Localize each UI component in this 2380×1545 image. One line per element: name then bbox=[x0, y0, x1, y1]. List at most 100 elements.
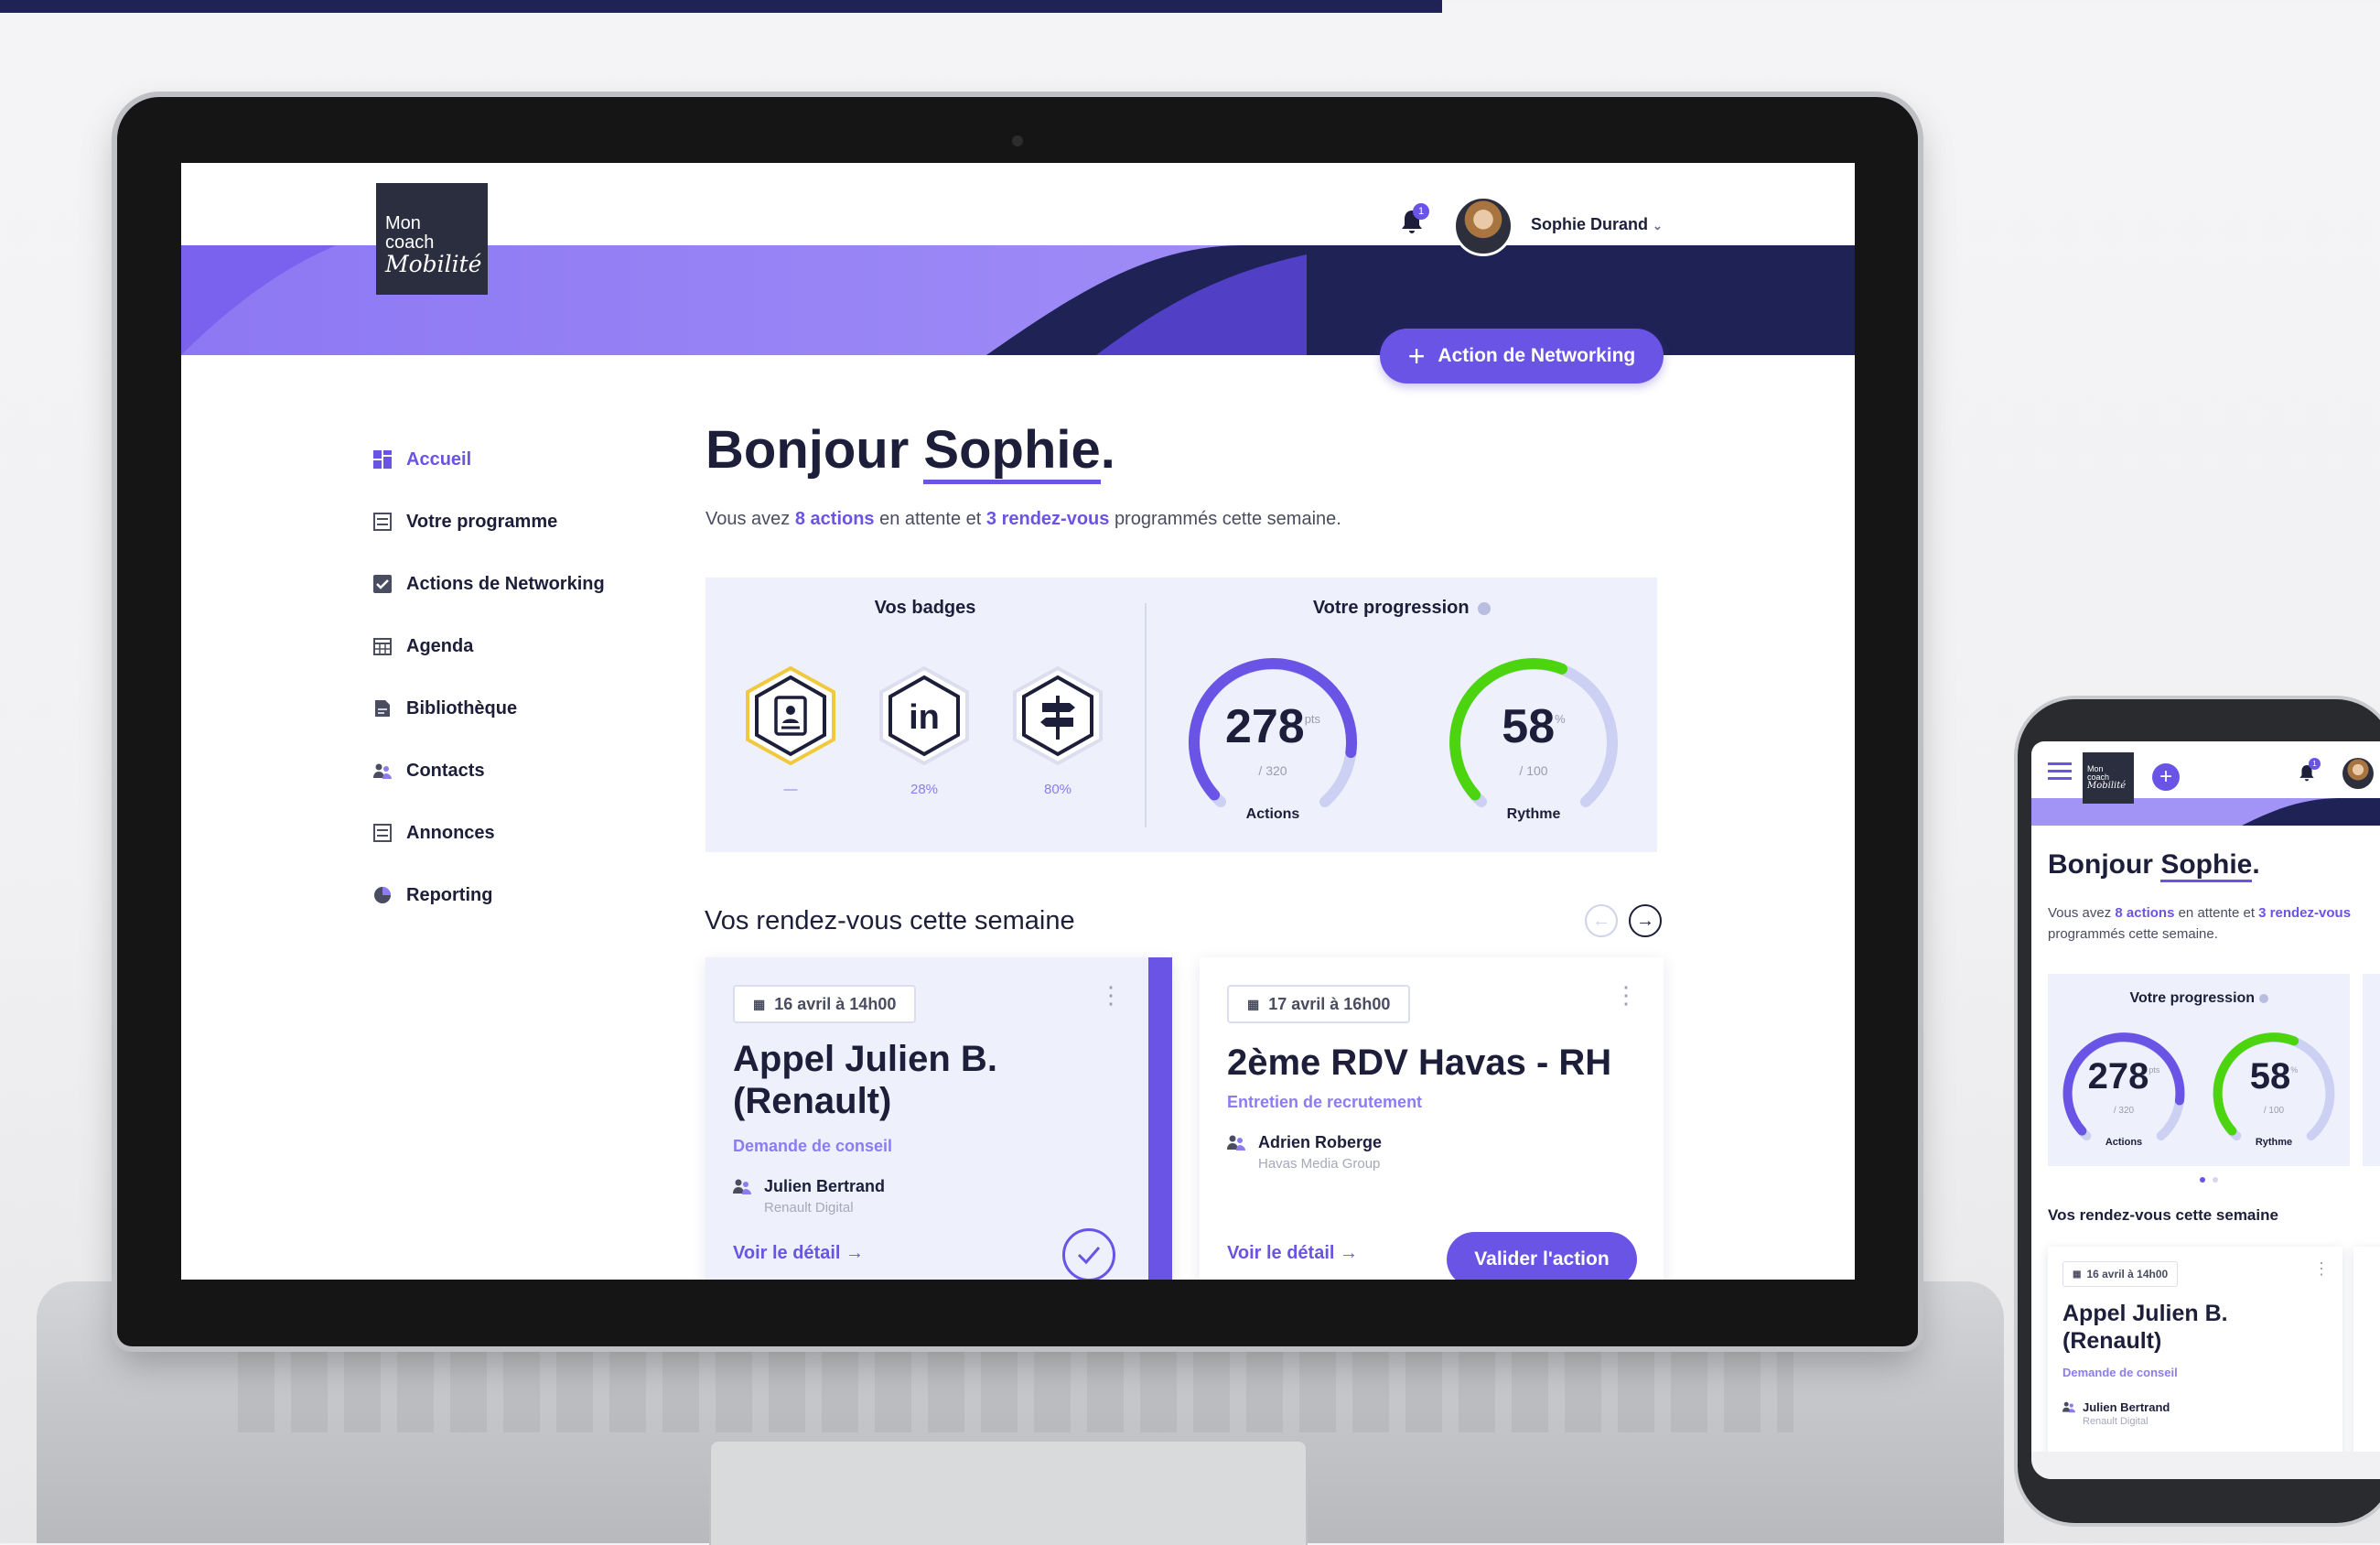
sidebar-item-networking[interactable]: Actions de Networking bbox=[373, 553, 605, 615]
validate-action-button[interactable]: Valider l'action bbox=[1447, 1232, 1637, 1280]
sidebar-item-label: Actions de Networking bbox=[406, 573, 605, 594]
hamburger-menu-icon[interactable] bbox=[2048, 762, 2072, 782]
mobile-meeting-card[interactable]: ▦ 16 avril à 14h00 ⋮ Appel Julien B. (Re… bbox=[2048, 1247, 2342, 1479]
sidebar-item-annonces[interactable]: Annonces bbox=[373, 802, 605, 864]
gauge-unit: pts bbox=[1304, 712, 1321, 726]
add-networking-action-button[interactable]: + Action de Networking bbox=[1380, 329, 1664, 384]
linkedin-icon[interactable]: in bbox=[876, 664, 973, 767]
document-icon bbox=[373, 699, 392, 718]
chevron-down-icon: ⌄ bbox=[1653, 219, 1663, 232]
plus-icon[interactable]: + bbox=[2152, 763, 2180, 791]
sidebar-nav: Accueil Votre programme Actions de Netwo… bbox=[373, 428, 605, 926]
summary-prefix: Vous avez bbox=[705, 509, 791, 529]
summary-middle: en attente et bbox=[879, 509, 982, 529]
notification-bell-icon[interactable]: 1 bbox=[1400, 203, 1429, 236]
laptop-trackpad bbox=[709, 1440, 1308, 1545]
more-options-icon[interactable]: ⋮ bbox=[1099, 983, 1123, 1007]
sidebar-item-bibliotheque[interactable]: Bibliothèque bbox=[373, 677, 605, 740]
meeting-subtitle: Demande de conseil bbox=[2062, 1366, 2178, 1379]
page-title: Bonjour Sophie. bbox=[705, 419, 1115, 484]
contacts-icon bbox=[373, 762, 392, 780]
greeting-prefix: Bonjour bbox=[2048, 849, 2153, 880]
gauge-max: / 320 bbox=[1258, 763, 1287, 778]
carousel-pagination[interactable] bbox=[2200, 1177, 2218, 1183]
gauge-value: 278pts bbox=[2055, 1056, 2192, 1097]
progression-title-text: Votre progression bbox=[1312, 598, 1470, 618]
mobile-browser-toolbar bbox=[2031, 1452, 2380, 1479]
sidebar-item-contacts[interactable]: Contacts bbox=[373, 740, 605, 802]
contacts-icon bbox=[2062, 1400, 2075, 1427]
sidebar-item-label: Bibliothèque bbox=[406, 697, 518, 718]
signpost-icon[interactable] bbox=[1009, 664, 1106, 767]
mobile-meeting-card-peek bbox=[2353, 1247, 2380, 1479]
user-menu[interactable]: Sophie Durand ⌄ bbox=[1531, 215, 1663, 234]
mobile-app-logo[interactable]: Mon coach Mobilité bbox=[2083, 752, 2134, 804]
greeting-prefix: Bonjour bbox=[705, 420, 910, 480]
plus-icon: + bbox=[1407, 340, 1426, 373]
gauge-value: 58% bbox=[2205, 1056, 2342, 1097]
add-networking-action-label: Action de Networking bbox=[1438, 345, 1636, 366]
sidebar-item-reporting[interactable]: Reporting bbox=[373, 864, 605, 926]
laptop-camera bbox=[1012, 135, 1023, 146]
prev-arrow-icon[interactable]: ← bbox=[1585, 904, 1618, 937]
gauge-label: Actions bbox=[1245, 806, 1300, 822]
sidebar-item-label: Annonces bbox=[406, 822, 495, 843]
top-accent-bar bbox=[0, 0, 1442, 13]
view-details-link[interactable]: Voir le détail → bbox=[733, 1243, 864, 1264]
meeting-card[interactable]: ▦ 17 avril à 16h00 ⋮ 2ème RDV Havas - RH… bbox=[1200, 957, 1664, 1280]
meeting-contact: Julien Bertrand Renault Digital bbox=[2062, 1400, 2170, 1427]
sidebar-item-programme[interactable]: Votre programme bbox=[373, 491, 605, 553]
meetings-link[interactable]: 3 rendez-vous bbox=[2258, 905, 2351, 921]
sidebar-item-agenda[interactable]: Agenda bbox=[373, 615, 605, 677]
list-icon bbox=[373, 513, 392, 531]
date-chip: ▦ 16 avril à 14h00 bbox=[2062, 1261, 2179, 1287]
meeting-date: 16 avril à 14h00 bbox=[2086, 1268, 2169, 1280]
mobile-meetings-section-title: Vos rendez-vous cette semaine bbox=[2048, 1206, 2278, 1224]
meetings-link[interactable]: 3 rendez-vous bbox=[986, 509, 1109, 529]
view-details-link[interactable]: Voir le détail → bbox=[1227, 1243, 1358, 1264]
meeting-title: 2ème RDV Havas - RH bbox=[1227, 1043, 1612, 1083]
gauge-max: / 100 bbox=[2263, 1106, 2285, 1116]
progression-title: Votre progression bbox=[2048, 990, 2350, 1007]
phone-screen: Mon coach Mobilité + 1 Bonjour Sophie. V… bbox=[2031, 741, 2380, 1479]
progression-title-text: Votre progression bbox=[2129, 990, 2256, 1006]
pie-chart-icon bbox=[373, 886, 392, 904]
sidebar-item-label: Agenda bbox=[406, 635, 474, 656]
calendar-icon bbox=[373, 637, 392, 655]
gauge-unit: % bbox=[2290, 1065, 2299, 1075]
next-arrow-icon[interactable]: → bbox=[1629, 904, 1662, 937]
notification-bell-icon[interactable]: 1 bbox=[2299, 758, 2321, 783]
pending-actions-link[interactable]: 8 actions bbox=[795, 509, 875, 529]
greeting-suffix: . bbox=[1100, 420, 1115, 480]
info-icon[interactable] bbox=[2258, 993, 2268, 1003]
meeting-title: Appel Julien B. (Renault) bbox=[733, 1038, 997, 1122]
greeting-name: Sophie bbox=[2160, 849, 2253, 882]
meeting-title-line2: (Renault) bbox=[2062, 1328, 2162, 1354]
progression-title: Votre progression bbox=[1147, 598, 1657, 619]
check-icon[interactable] bbox=[1062, 1228, 1115, 1280]
more-options-icon[interactable]: ⋮ bbox=[1614, 983, 1638, 1007]
meeting-card[interactable]: ▦ 16 avril à 14h00 ⋮ Appel Julien B. (Re… bbox=[705, 957, 1172, 1280]
gauge-label: Rythme bbox=[1506, 806, 1561, 822]
contact-name: Julien Bertrand bbox=[2083, 1400, 2170, 1414]
page-dot-active[interactable] bbox=[2200, 1177, 2205, 1183]
sidebar-item-accueil[interactable]: Accueil bbox=[373, 428, 605, 491]
badge-progress-label: — bbox=[783, 782, 798, 797]
more-options-icon[interactable]: ⋮ bbox=[2313, 1259, 2330, 1279]
page-dot[interactable] bbox=[2213, 1177, 2218, 1183]
svg-text:in: in bbox=[909, 698, 940, 737]
app-logo[interactable]: Mon coach Mobilité bbox=[376, 183, 488, 295]
greeting-suffix: . bbox=[2252, 849, 2260, 880]
gauge-number: 58 bbox=[1502, 700, 1556, 753]
actions-gauge: 278pts / 320 Actions bbox=[2055, 1021, 2192, 1159]
profile-card-icon[interactable] bbox=[742, 664, 839, 767]
calendar-icon: ▦ bbox=[1247, 996, 1260, 1011]
badge-progress-label: 28% bbox=[910, 782, 939, 797]
laptop-screen: Mon coach Mobilité 1 Sophie Durand ⌄ + A… bbox=[181, 163, 1855, 1280]
pending-actions-link[interactable]: 8 actions bbox=[2115, 905, 2174, 921]
summary-middle: en attente et bbox=[2178, 905, 2255, 921]
contact-company: Renault Digital bbox=[764, 1200, 854, 1215]
avatar[interactable] bbox=[1453, 196, 1513, 256]
avatar[interactable] bbox=[2342, 758, 2374, 789]
info-icon[interactable] bbox=[1478, 601, 1492, 615]
